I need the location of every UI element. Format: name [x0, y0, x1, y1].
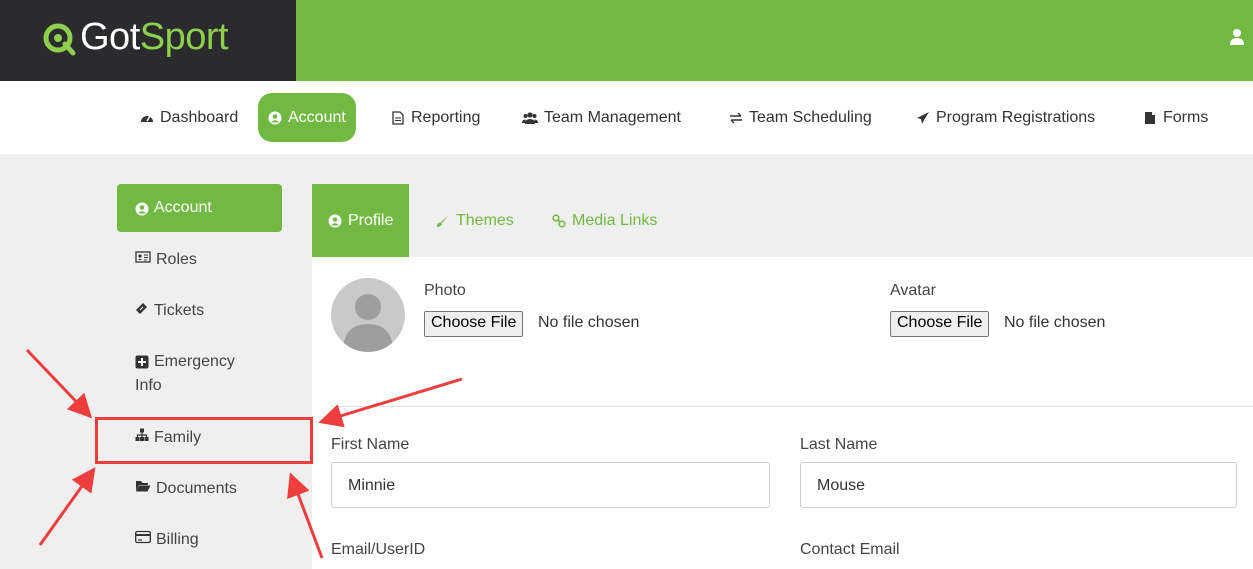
- avatar-choose-file-button[interactable]: Choose File: [890, 311, 990, 337]
- section-divider: [331, 406, 1253, 407]
- nav-label: Team Management: [544, 108, 681, 126]
- nav-dashboard[interactable]: Dashboard: [140, 93, 238, 142]
- sidebar-item-label: Tickets: [154, 302, 205, 319]
- nav-label: Program Registrations: [936, 108, 1096, 126]
- folder-open-icon: [136, 481, 151, 492]
- nav-label: Reporting: [411, 108, 481, 126]
- credit-card-icon: [135, 530, 151, 544]
- photo-file-status: No file chosen: [538, 314, 640, 331]
- photo-choose-file-button[interactable]: Choose File: [424, 311, 524, 337]
- link-icon: [552, 213, 566, 228]
- logo[interactable]: GotSport: [0, 0, 296, 81]
- tab-media-links[interactable]: Media Links: [552, 184, 657, 257]
- avatar-silhouette-icon: [343, 294, 393, 352]
- nav-label: Dashboard: [160, 108, 239, 126]
- sidebar-item-billing[interactable]: Billing: [117, 528, 282, 552]
- sidebar-item-label-row: Emergency: [135, 350, 235, 374]
- sidebar-item-documents[interactable]: Documents: [117, 477, 282, 501]
- file-text-icon: [392, 110, 404, 125]
- ticket-icon: [136, 303, 147, 314]
- sidebar-item-label: Emergency: [154, 353, 235, 370]
- avatar-file-status: No file chosen: [1004, 314, 1106, 331]
- last-name-input[interactable]: Mouse: [800, 462, 1237, 508]
- users-icon: [522, 111, 538, 124]
- sidebar-item-account[interactable]: Account: [117, 184, 282, 232]
- sidebar-item-label: Documents: [156, 480, 237, 497]
- family-highlight-box: [95, 417, 313, 464]
- sidebar-item-roles[interactable]: Roles: [117, 248, 282, 272]
- tab-themes[interactable]: Themes: [436, 184, 514, 257]
- profile-panel: Profile Themes Media Links Photo Choose …: [312, 184, 1253, 569]
- nav-team-scheduling[interactable]: Team Scheduling: [729, 93, 872, 142]
- user-menu-icon[interactable]: [1229, 28, 1245, 46]
- email-userid-label: Email/UserID: [331, 541, 426, 558]
- nav-program-registrations[interactable]: Program Registrations: [916, 93, 1095, 142]
- nav-label: Forms: [1163, 108, 1209, 126]
- last-name-label: Last Name: [800, 436, 878, 453]
- sidebar-item-tickets[interactable]: Tickets: [117, 299, 282, 323]
- gotsport-logo-icon: [43, 23, 76, 56]
- exchange-icon: [730, 112, 742, 123]
- nav-team-management[interactable]: Team Management: [522, 93, 681, 142]
- avatar-label: Avatar: [890, 282, 936, 299]
- tab-label: Themes: [456, 211, 514, 229]
- nav-account[interactable]: Account: [258, 93, 356, 142]
- logo-text-sport: Sport: [139, 16, 229, 58]
- nav-label: Team Scheduling: [749, 108, 872, 126]
- plus-square-icon: [135, 355, 149, 369]
- tab-label: Media Links: [572, 211, 658, 229]
- nav-reporting[interactable]: Reporting: [391, 93, 480, 142]
- sidebar-item-label: Account: [154, 199, 212, 216]
- dashboard-icon: [141, 115, 153, 122]
- sidebar-item-emergency-info[interactable]: Emergency Info: [117, 350, 282, 398]
- first-name-label: First Name: [331, 436, 410, 453]
- user-circle-icon: [268, 111, 282, 124]
- user-circle-icon: [135, 202, 149, 216]
- logo-text-got: Got: [80, 16, 140, 58]
- top-bar: GotSport: [0, 0, 1253, 81]
- nav-forms[interactable]: Forms: [1143, 93, 1208, 142]
- user-circle-icon: [328, 214, 342, 227]
- file-icon: [1145, 111, 1155, 124]
- nav-label: Account: [288, 108, 346, 126]
- sidebar-item-label: Billing: [156, 531, 199, 548]
- profile-photo-placeholder: [331, 278, 405, 352]
- photo-label: Photo: [424, 282, 466, 299]
- tab-profile[interactable]: Profile: [312, 184, 410, 257]
- contact-email-label: Contact Email: [800, 541, 900, 558]
- paper-plane-icon: [917, 111, 929, 124]
- main-nav: Dashboard Account Reporting Team Managem…: [0, 81, 1253, 154]
- first-name-input[interactable]: Minnie: [331, 462, 770, 508]
- tab-bar: Profile Themes Media Links: [312, 184, 1253, 257]
- id-card-icon: [135, 251, 151, 263]
- logo-text: GotSport: [80, 16, 229, 59]
- paint-brush-icon: [437, 214, 449, 227]
- sidebar-item-label: Roles: [156, 251, 197, 268]
- tab-label: Profile: [348, 211, 394, 229]
- sidebar-item-label-line2: Info: [135, 377, 162, 394]
